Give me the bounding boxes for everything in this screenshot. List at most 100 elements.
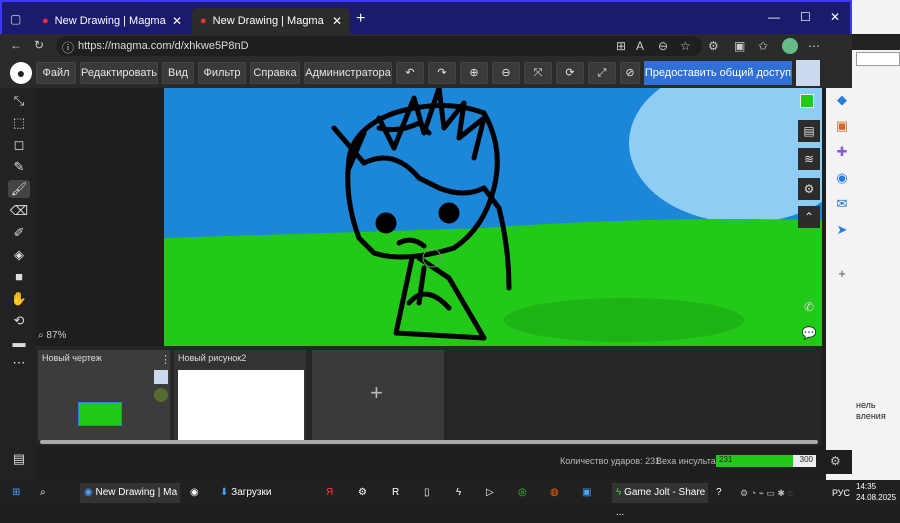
taskbar-gamejolt[interactable]: ϟ Game Jolt - Share ... xyxy=(612,483,708,518)
selection-tool-icon[interactable]: ⬚ xyxy=(8,114,30,132)
close-tab-icon[interactable]: ✕ xyxy=(172,14,182,28)
bag-icon[interactable]: ▣ xyxy=(827,114,857,138)
add-icon[interactable]: + xyxy=(827,262,857,286)
clock-time: 14:35 xyxy=(856,482,877,491)
zoom-icon[interactable]: ⊖ xyxy=(658,39,668,53)
user-avatar[interactable] xyxy=(796,60,820,86)
zoom-in-icon[interactable]: ⊕ xyxy=(460,62,488,84)
maximize-button[interactable]: ☐ xyxy=(800,10,811,24)
map-icon[interactable]: ◎ xyxy=(518,483,527,503)
site-info-icon[interactable]: ⓘ xyxy=(62,39,74,56)
magma-logo-icon[interactable]: ● xyxy=(10,62,32,84)
copilot-icon[interactable]: ◉ xyxy=(827,166,857,190)
fill-tool-icon[interactable]: ◈ xyxy=(8,246,30,264)
zoom-out-icon[interactable]: ⊖ xyxy=(492,62,520,84)
taskbar-edge[interactable]: ◉ New Drawing | Ма xyxy=(80,483,180,503)
yandex-icon[interactable]: Я xyxy=(326,483,333,503)
transform-tool-icon[interactable]: ◻ xyxy=(8,136,30,154)
close-window-button[interactable]: ✕ xyxy=(830,10,840,24)
menu-view[interactable]: Вид xyxy=(162,62,194,84)
magma-favicon-icon: ● xyxy=(200,15,207,27)
settings-app-icon[interactable]: ⚙ xyxy=(358,483,367,503)
start-icon[interactable]: ⊞ xyxy=(12,483,20,503)
favorites-icon[interactable]: ✩ xyxy=(758,39,768,53)
play-icon[interactable]: ▷ xyxy=(486,483,494,503)
split-screen-icon[interactable]: ▣ xyxy=(734,39,745,53)
profile-avatar[interactable] xyxy=(782,38,798,54)
tab-magma-2[interactable]: ● New Drawing | Magma ✕ xyxy=(192,8,350,34)
language[interactable]: РУС xyxy=(832,483,850,503)
color-swatch[interactable] xyxy=(800,94,814,108)
tray-icons[interactable]: ⚙ ◔ ⌁ ▭ ✱ ◌ xyxy=(740,483,793,503)
rotate-icon[interactable]: ⟳ xyxy=(556,62,584,84)
search-icon[interactable]: ⌕ xyxy=(40,483,46,503)
store-icon[interactable]: ▣ xyxy=(582,483,591,503)
layers-icon[interactable]: ≋ xyxy=(798,148,820,170)
settings-icon[interactable]: ⚙ xyxy=(798,178,820,200)
fit-icon[interactable]: ⤧ xyxy=(524,62,552,84)
reload-icon[interactable]: ↻ xyxy=(34,38,44,52)
drawing-card-2[interactable]: Новый рисунок2 xyxy=(174,350,306,440)
menu-help[interactable]: Справка xyxy=(250,62,300,84)
roblox-icon[interactable]: R xyxy=(392,483,399,503)
zoom-indicator: ⌕ 87% xyxy=(38,330,67,341)
voice-call-icon[interactable]: ✆ xyxy=(798,296,820,318)
rotate-view-icon[interactable]: ⟲ xyxy=(8,312,30,330)
firefox-icon[interactable]: ◍ xyxy=(550,483,559,503)
filmstrip-icon[interactable]: ▤ xyxy=(8,450,30,468)
more-tools-icon[interactable]: ⋯ xyxy=(8,354,30,372)
menu-file[interactable]: Файл xyxy=(36,62,76,84)
file-icon[interactable]: ▯ xyxy=(424,483,430,503)
settings-gear-icon[interactable]: ⚙ xyxy=(830,454,841,468)
paint-tool-icon[interactable]: ✐ xyxy=(8,224,30,242)
collapse-icon[interactable]: ⌃ xyxy=(798,206,820,228)
new-tab-button[interactable]: + xyxy=(356,10,365,28)
taskbar-downloads[interactable]: ⬇ Загрузки xyxy=(220,483,300,503)
gamejolt-small-icon[interactable]: ϟ xyxy=(456,483,461,503)
tab-actions-icon[interactable]: ▢ xyxy=(10,12,21,26)
chrome-icon[interactable]: ◉ xyxy=(190,483,199,503)
menu-filter[interactable]: Фильтр xyxy=(198,62,246,84)
read-aloud-icon[interactable]: A xyxy=(636,39,644,53)
comment-tool-icon[interactable]: ▬ xyxy=(8,334,30,352)
drawing-canvas[interactable] xyxy=(164,88,822,346)
strip-scrollbar[interactable] xyxy=(40,440,818,444)
extensions-icon[interactable]: ⚙ xyxy=(708,39,719,53)
undo-icon[interactable]: ↶ xyxy=(396,62,424,84)
tab-magma-1[interactable]: ● New Drawing | Magma - The bro ✕ xyxy=(34,8,190,34)
share-button[interactable]: Предоставить общий доступ ➦ xyxy=(644,61,792,103)
close-tab-icon[interactable]: ✕ xyxy=(332,14,342,28)
add-drawing-button[interactable]: + xyxy=(312,350,444,440)
drawing-card-1[interactable]: Новый чертеж ⋮ xyxy=(38,350,171,440)
games-icon[interactable]: ✚ xyxy=(827,140,857,164)
reset-view-icon[interactable]: ⊘ xyxy=(620,62,640,84)
eyedropper-tool-icon[interactable]: ✎ xyxy=(8,158,30,176)
menu-admin[interactable]: Администратора xyxy=(304,62,392,84)
background-window-strip: нель вления xyxy=(852,0,900,480)
layers-panel-icon[interactable]: ▤ xyxy=(798,120,820,142)
more-menu-icon[interactable]: ⋯ xyxy=(808,39,820,53)
url-field[interactable]: https://magma.com/d/xhkwe5P8nD xyxy=(56,36,702,56)
minimize-button[interactable]: — xyxy=(768,10,780,24)
send-icon[interactable]: ➤ xyxy=(827,218,857,242)
outlook-icon[interactable]: ✉ xyxy=(827,192,857,216)
canvas-artwork[interactable] xyxy=(164,88,822,346)
tag-icon[interactable]: ◆ xyxy=(827,88,857,112)
app-icon[interactable]: ⊞ xyxy=(616,39,626,53)
taskbar-label: New Drawing | Ма xyxy=(95,487,178,498)
fullscreen-icon[interactable]: ⤢ xyxy=(588,62,616,84)
favorite-star-icon[interactable]: ☆ xyxy=(680,39,691,53)
move-tool-icon[interactable]: ⤡ xyxy=(8,92,30,110)
hand-tool-icon[interactable]: ✋ xyxy=(8,290,30,308)
eraser-tool-icon[interactable]: ⌫ xyxy=(8,202,30,220)
background-field xyxy=(856,52,900,66)
brush-tool-icon[interactable]: 🖌 xyxy=(8,180,30,198)
chat-icon[interactable]: 💬 xyxy=(798,322,820,344)
menu-edit[interactable]: Редактировать xyxy=(80,62,158,84)
magma-favicon-icon: ● xyxy=(42,15,49,27)
help-icon[interactable]: ? xyxy=(716,483,722,503)
card-menu-icon[interactable]: ⋮ xyxy=(160,353,171,366)
shape-tool-icon[interactable]: ■ xyxy=(8,268,30,286)
redo-icon[interactable]: ↷ xyxy=(428,62,456,84)
back-icon[interactable]: ← xyxy=(10,38,22,52)
